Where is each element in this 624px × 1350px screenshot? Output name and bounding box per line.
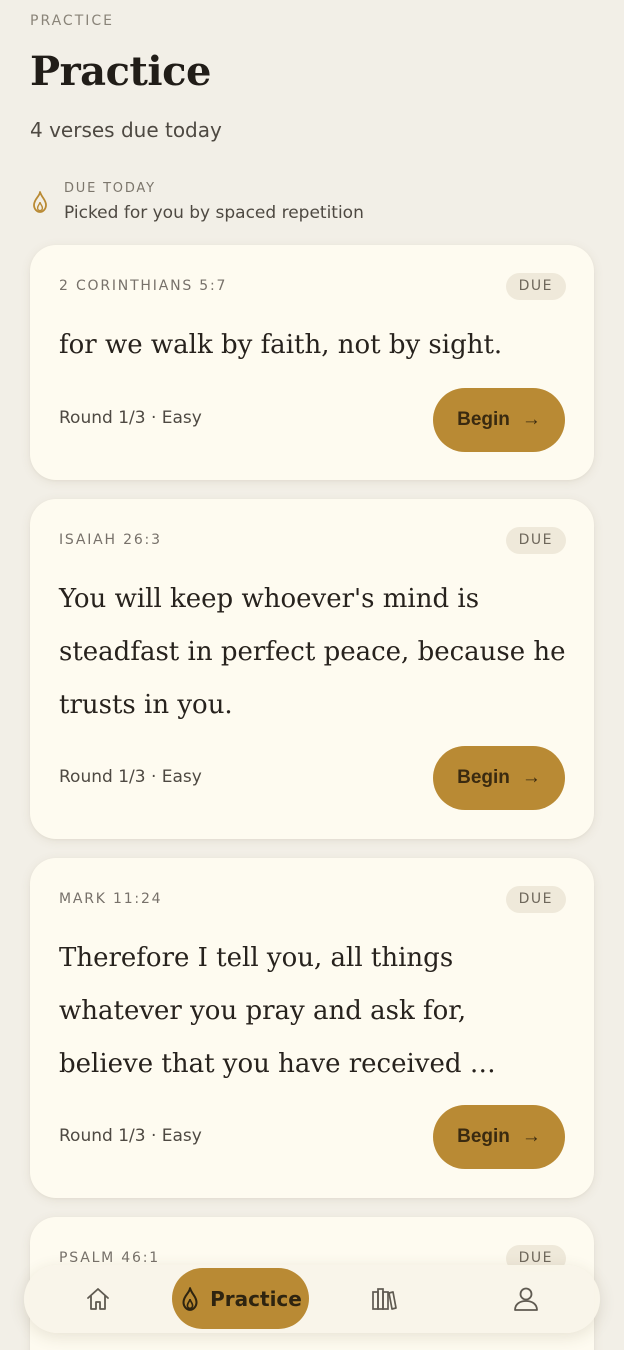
profile-icon	[514, 1287, 538, 1311]
nav-practice[interactable]: Practice	[172, 1268, 309, 1329]
home-icon	[87, 1288, 109, 1310]
begin-button[interactable]: Begin →	[433, 746, 565, 810]
verse-reference: ISAIAH 26:3	[59, 532, 162, 548]
verse-card[interactable]: ISAIAH 26:3 DUE You will keep whoever's …	[30, 499, 594, 839]
library-icon	[372, 1288, 397, 1310]
verse-card[interactable]: MARK 11:24 DUE Therefore I tell you, all…	[30, 858, 594, 1198]
verse-text: Therefore I tell you, all things whateve…	[59, 943, 496, 1079]
verse-reference: MARK 11:24	[59, 891, 163, 907]
due-badge: DUE	[505, 527, 566, 554]
begin-label: Begin	[457, 767, 510, 788]
page-title: Practice	[30, 48, 211, 95]
section-eyebrow: PRACTICE	[30, 13, 115, 29]
verse-text: for we walk by faith, not by sight.	[59, 330, 503, 360]
round-difficulty: Round 1/3 · Easy	[59, 408, 202, 428]
due-badge: DUE	[505, 886, 566, 913]
bottom-nav: Practice	[24, 1265, 600, 1333]
begin-button[interactable]: Begin →	[433, 1105, 565, 1169]
arrow-right-icon: →	[521, 1126, 541, 1147]
round-difficulty: Round 1/3 · Easy	[59, 767, 202, 787]
practice-screen: PRACTICE Practice 4 verses due today DUE…	[0, 0, 624, 1350]
due-today-description: Picked for you by spaced repetition	[64, 203, 364, 223]
verse-reference: PSALM 46:1	[59, 1250, 160, 1266]
flame-icon	[182, 1286, 198, 1311]
due-count: 4 verses due today	[30, 118, 222, 142]
verse-reference: 2 CORINTHIANS 5:7	[59, 278, 228, 294]
begin-button[interactable]: Begin →	[433, 388, 565, 452]
nav-profile[interactable]	[496, 1265, 556, 1333]
begin-label: Begin	[457, 1126, 510, 1147]
due-today-label: DUE TODAY	[64, 181, 156, 196]
round-difficulty: Round 1/3 · Easy	[59, 1126, 202, 1146]
due-badge: DUE	[505, 273, 566, 300]
arrow-right-icon: →	[521, 409, 541, 430]
nav-library[interactable]	[354, 1265, 414, 1333]
flame-icon	[33, 191, 47, 213]
arrow-right-icon: →	[521, 767, 541, 788]
nav-home[interactable]	[68, 1265, 128, 1333]
verse-card[interactable]: 2 CORINTHIANS 5:7 DUE for we walk by fai…	[30, 245, 594, 480]
nav-practice-label: Practice	[210, 1286, 302, 1311]
verse-text: You will keep whoever's mind is steadfas…	[59, 584, 566, 720]
begin-label: Begin	[457, 409, 510, 430]
due-today-banner: DUE TODAY Picked for you by spaced repet…	[30, 178, 590, 228]
